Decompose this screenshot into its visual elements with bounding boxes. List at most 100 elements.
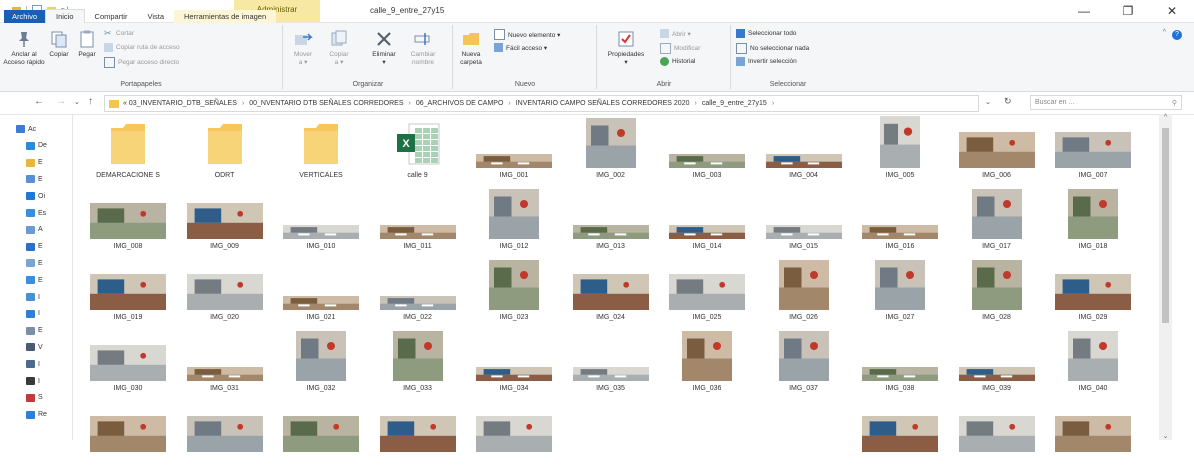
- image-file-item[interactable]: IMG_018: [1045, 189, 1141, 261]
- image-file-item[interactable]: IMG_025: [659, 260, 755, 332]
- image-file-item[interactable]: IMG_011: [370, 189, 466, 261]
- breadcrumb-item[interactable]: 00_NVENTARIO DTB SEÑALES CORREDORES: [249, 100, 403, 107]
- image-file-item[interactable]: IMG_013: [563, 189, 659, 261]
- image-file-item[interactable]: IMG_027: [852, 260, 948, 332]
- image-file-item[interactable]: IMG_038: [852, 331, 948, 403]
- image-file-item[interactable]: [370, 402, 466, 474]
- image-file-item[interactable]: [659, 402, 755, 474]
- image-file-item[interactable]: IMG_003: [659, 118, 755, 190]
- image-file-item[interactable]: [466, 402, 562, 474]
- image-file-item[interactable]: IMG_024: [563, 260, 659, 332]
- nav-item[interactable]: Ac: [16, 125, 36, 133]
- nav-item[interactable]: I: [26, 293, 40, 301]
- image-file-item[interactable]: IMG_020: [177, 260, 273, 332]
- image-file-item[interactable]: [852, 402, 948, 474]
- tab-vista[interactable]: Vista: [137, 10, 174, 23]
- image-file-item[interactable]: IMG_026: [756, 260, 852, 332]
- folder-item[interactable]: ODRT: [177, 118, 273, 190]
- recent-chevron-icon[interactable]: ⌄: [74, 98, 80, 106]
- scroll-down-icon[interactable]: ⌄: [1159, 432, 1172, 440]
- maximize-button[interactable]: ❐: [1106, 0, 1150, 22]
- image-file-item[interactable]: IMG_021: [273, 260, 369, 332]
- image-file-item[interactable]: IMG_015: [756, 189, 852, 261]
- breadcrumb-item[interactable]: 06_ARCHIVOS DE CAMPO: [416, 100, 504, 107]
- tab-inicio[interactable]: Inicio: [45, 9, 85, 23]
- nav-item[interactable]: S: [26, 393, 43, 402]
- nav-item[interactable]: Re: [26, 410, 47, 419]
- image-file-item[interactable]: [949, 402, 1045, 474]
- refresh-icon[interactable]: ↻: [1004, 96, 1012, 107]
- address-breadcrumb[interactable]: « 03_INVENTARIO_DTB_SEÑALES › 00_NVENTARI…: [104, 95, 979, 112]
- image-file-item[interactable]: [80, 402, 176, 474]
- image-file-item[interactable]: IMG_009: [177, 189, 273, 261]
- image-file-item[interactable]: IMG_032: [273, 331, 369, 403]
- image-file-item[interactable]: IMG_014: [659, 189, 755, 261]
- image-file-item[interactable]: IMG_017: [949, 189, 1045, 261]
- pin-quick-access-button[interactable]: Anclar al Acceso rápido: [2, 29, 46, 67]
- image-file-item[interactable]: IMG_034: [466, 331, 562, 403]
- image-file-item[interactable]: [756, 402, 852, 474]
- move-to-button[interactable]: Mover a ▾: [288, 29, 318, 67]
- new-item-button[interactable]: Nuevo elemento ▾: [494, 29, 560, 40]
- nav-item[interactable]: Oi: [26, 192, 45, 201]
- image-file-item[interactable]: IMG_004: [756, 118, 852, 190]
- nav-item[interactable]: I: [26, 309, 40, 318]
- image-file-item[interactable]: IMG_019: [80, 260, 176, 332]
- address-dropdown-icon[interactable]: ⌄: [985, 98, 991, 106]
- history-button[interactable]: Historial: [660, 57, 695, 66]
- edit-button[interactable]: Modificar: [660, 43, 700, 54]
- tab-herramientas-imagen[interactable]: Herramientas de imagen: [174, 10, 277, 23]
- image-file-item[interactable]: [273, 402, 369, 474]
- image-file-item[interactable]: IMG_005: [852, 116, 948, 190]
- paste-shortcut-button[interactable]: Pegar acceso directo: [104, 57, 179, 68]
- image-file-item[interactable]: IMG_040: [1045, 331, 1141, 403]
- nav-item[interactable]: I: [26, 377, 40, 385]
- nav-item[interactable]: E: [26, 276, 43, 285]
- folder-item[interactable]: DEMARCACIONE S: [80, 118, 176, 190]
- forward-arrow-icon[interactable]: →: [56, 96, 66, 107]
- image-file-item[interactable]: IMG_028: [949, 260, 1045, 332]
- nav-item[interactable]: V: [26, 343, 43, 352]
- image-file-item[interactable]: IMG_037: [756, 331, 852, 403]
- image-file-item[interactable]: IMG_008: [80, 189, 176, 261]
- image-file-item[interactable]: [1045, 402, 1141, 474]
- nav-item[interactable]: E: [26, 326, 43, 335]
- rename-button[interactable]: Cambiar nombre: [406, 29, 440, 67]
- image-file-item[interactable]: IMG_002: [563, 118, 659, 190]
- new-folder-button[interactable]: Nueva carpeta: [456, 29, 486, 67]
- open-button[interactable]: Abrir ▾: [660, 29, 691, 38]
- image-file-item[interactable]: IMG_023: [466, 260, 562, 332]
- help-icon[interactable]: ?: [1172, 30, 1182, 40]
- image-file-item[interactable]: IMG_001: [466, 118, 562, 190]
- nav-item[interactable]: E: [26, 175, 43, 184]
- easy-access-button[interactable]: Fácil acceso ▾: [494, 43, 547, 52]
- file-item[interactable]: Xcalle 9: [370, 118, 466, 190]
- image-file-item[interactable]: IMG_022: [370, 260, 466, 332]
- image-file-item[interactable]: IMG_039: [949, 331, 1045, 403]
- properties-button[interactable]: Propiedades ▾: [602, 29, 650, 67]
- breadcrumb-item[interactable]: calle_9_entre_27y15: [702, 100, 767, 107]
- collapse-ribbon-icon[interactable]: ^: [1163, 29, 1166, 36]
- image-file-item[interactable]: IMG_006: [949, 118, 1045, 190]
- delete-button[interactable]: Eliminar ▾: [368, 29, 400, 67]
- minimize-button[interactable]: —: [1062, 0, 1106, 22]
- nav-item[interactable]: Es: [26, 209, 46, 217]
- nav-item[interactable]: A: [26, 225, 43, 234]
- image-file-item[interactable]: IMG_033: [370, 331, 466, 403]
- select-none-button[interactable]: No seleccionar nada: [736, 43, 809, 54]
- image-file-item[interactable]: IMG_007: [1045, 118, 1141, 190]
- image-file-item[interactable]: IMG_035: [563, 331, 659, 403]
- image-file-item[interactable]: IMG_031: [177, 331, 273, 403]
- back-arrow-icon[interactable]: ←: [34, 96, 44, 107]
- nav-item[interactable]: E: [26, 242, 43, 251]
- copy-path-button[interactable]: Copiar ruta de acceso: [104, 43, 180, 52]
- vertical-scrollbar[interactable]: ^ ⌄: [1159, 114, 1172, 440]
- image-file-item[interactable]: [177, 402, 273, 474]
- breadcrumb-item[interactable]: « 03_INVENTARIO_DTB_SEÑALES: [123, 100, 237, 107]
- image-file-item[interactable]: [563, 402, 659, 474]
- nav-item[interactable]: E: [26, 259, 43, 268]
- tab-archivo[interactable]: Archivo: [4, 10, 46, 23]
- folder-item[interactable]: VERTICALES: [273, 118, 369, 190]
- breadcrumb-item[interactable]: INVENTARIO CAMPO SEÑALES CORREDORES 2020: [516, 100, 690, 107]
- close-button[interactable]: ✕: [1150, 0, 1194, 22]
